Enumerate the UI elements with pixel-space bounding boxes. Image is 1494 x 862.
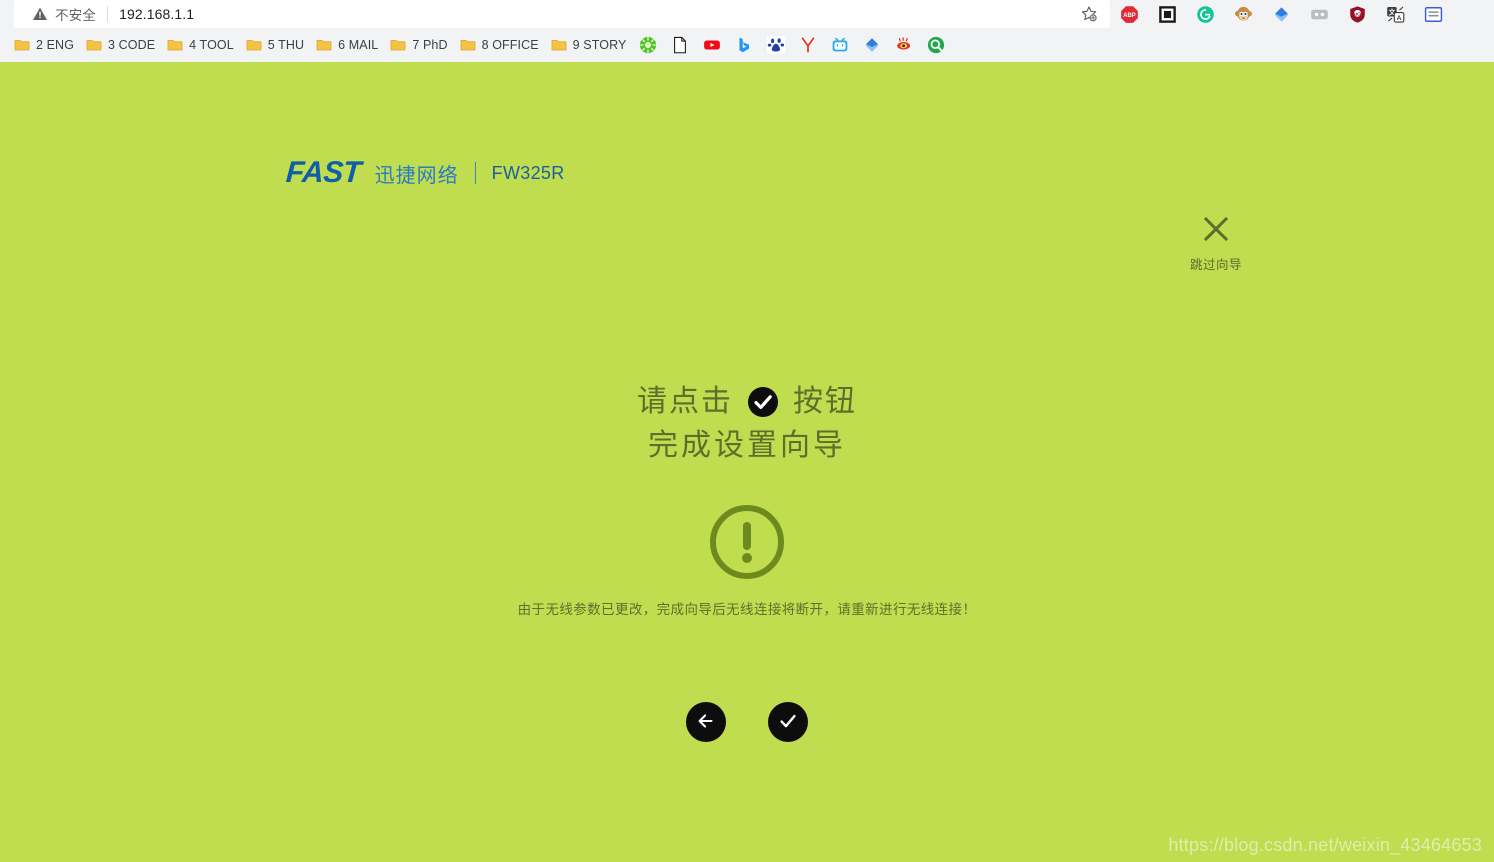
bilibili-site-icon[interactable] bbox=[824, 33, 856, 57]
folder-icon bbox=[14, 37, 30, 53]
arrow-left-icon bbox=[695, 710, 717, 735]
headline-line-2-text: 完成设置向导 bbox=[648, 428, 846, 463]
omnibox-row: 不安全 192.168.1.1 ABP uO 文 A bbox=[0, 0, 1494, 28]
bookmark-folder-5-thu[interactable]: 5 THU bbox=[240, 33, 310, 57]
brand-divider bbox=[474, 162, 476, 184]
adblock-plus-icon[interactable]: ABP bbox=[1110, 0, 1148, 28]
gray-pill-extension-icon[interactable] bbox=[1300, 0, 1338, 28]
grammarly-icon[interactable] bbox=[1186, 0, 1224, 28]
svg-text:A: A bbox=[1396, 15, 1401, 22]
bookmark-folder-9-story[interactable]: 9 STORY bbox=[545, 33, 633, 57]
document-page-site-icon[interactable] bbox=[664, 33, 696, 57]
folder-icon bbox=[316, 37, 332, 53]
yandex-site-icon[interactable] bbox=[792, 33, 824, 57]
finish-button[interactable] bbox=[768, 702, 808, 742]
translate-extension-icon[interactable]: 文 A bbox=[1376, 0, 1414, 28]
extensions-toolbar: ABP uO 文 A bbox=[1110, 0, 1452, 28]
bookmark-label: 9 STORY bbox=[572, 38, 627, 52]
warning-triangle-icon[interactable] bbox=[32, 6, 48, 22]
youtube-site-icon[interactable] bbox=[696, 33, 728, 57]
fast-logo-text: FAST bbox=[284, 156, 362, 189]
folder-icon bbox=[460, 37, 476, 53]
omnibox-divider bbox=[107, 6, 109, 22]
bookmark-label: 8 OFFICE bbox=[481, 38, 539, 52]
headline-text-after: 按钮 bbox=[793, 384, 857, 419]
svg-text:ABP: ABP bbox=[1123, 12, 1136, 18]
warning-message: 由于无线参数已更改，完成向导后无线连接将断开，请重新进行无线连接！ bbox=[517, 602, 977, 618]
wizard-nav-buttons bbox=[0, 702, 1494, 742]
folder-icon bbox=[86, 37, 102, 53]
bookmark-label: 3 CODE bbox=[108, 38, 156, 52]
baidu-site-icon[interactable] bbox=[760, 33, 792, 57]
bookmark-folder-7-phd[interactable]: 7 PhD bbox=[384, 33, 453, 57]
bookmark-label: 6 MAIL bbox=[338, 38, 379, 52]
eye-site-icon[interactable] bbox=[888, 33, 920, 57]
blue-diamond-site-icon[interactable] bbox=[856, 33, 888, 57]
bookmark-folder-2-eng[interactable]: 2 ENG bbox=[8, 33, 80, 57]
bookmark-label: 5 THU bbox=[267, 38, 305, 52]
router-wizard-page: FAST 迅捷网络 FW325R 跳过向导 请点击 按钮 完成设置向导 由于无线… bbox=[0, 62, 1494, 862]
headline-line-1: 请点击 按钮 bbox=[0, 380, 1494, 424]
bookmark-label: 2 ENG bbox=[36, 38, 75, 52]
headline-text-before: 请点击 bbox=[637, 384, 733, 419]
folder-icon bbox=[551, 37, 567, 53]
headline-line-2: 完成设置向导 bbox=[0, 424, 1494, 468]
bookmark-folder-8-office[interactable]: 8 OFFICE bbox=[454, 33, 545, 57]
green-wheel-site-icon[interactable] bbox=[632, 33, 664, 57]
watermark-text: https://blog.csdn.net/weixin_43464653 bbox=[1168, 835, 1482, 855]
bookmark-label: 4 TOOL bbox=[189, 38, 234, 52]
monkey-avatar-extension-icon[interactable] bbox=[1224, 0, 1262, 28]
brand-header: FAST 迅捷网络 FW325R bbox=[284, 156, 565, 190]
wizard-headline: 请点击 按钮 完成设置向导 bbox=[0, 380, 1494, 468]
folder-icon bbox=[167, 37, 183, 53]
url-text[interactable]: 192.168.1.1 bbox=[119, 6, 194, 22]
browser-chrome: 不安全 192.168.1.1 ABP uO 文 A 2 ENG 3 CODE … bbox=[0, 0, 1494, 62]
bookmark-folder-6-mail[interactable]: 6 MAIL bbox=[310, 33, 384, 57]
folder-icon bbox=[246, 37, 262, 53]
bookmarks-bar: 2 ENG 3 CODE 4 TOOL 5 THU 6 MAIL 7 PhD 8… bbox=[0, 28, 1494, 62]
green-search-site-icon[interactable] bbox=[920, 33, 952, 57]
close-x-icon bbox=[1188, 214, 1244, 249]
star-plus-icon[interactable] bbox=[1080, 5, 1098, 23]
bookmark-folder-4-tool[interactable]: 4 TOOL bbox=[161, 33, 240, 57]
security-status-label: 不安全 bbox=[55, 8, 97, 23]
skip-wizard-button[interactable]: 跳过向导 bbox=[1188, 214, 1244, 273]
bing-site-icon[interactable] bbox=[728, 33, 760, 57]
brand-company-name: 迅捷网络 bbox=[374, 162, 459, 187]
bookmark-folder-3-code[interactable]: 3 CODE bbox=[80, 33, 161, 57]
router-model-label: FW325R bbox=[491, 162, 565, 183]
reader-list-extension-icon[interactable] bbox=[1414, 0, 1452, 28]
check-circle-icon bbox=[747, 386, 779, 418]
warning-icon-wrap bbox=[0, 502, 1494, 587]
blue-diamond-extension-icon[interactable] bbox=[1262, 0, 1300, 28]
skip-wizard-label: 跳过向导 bbox=[1189, 257, 1242, 272]
back-button[interactable] bbox=[686, 702, 726, 742]
ublock-origin-icon[interactable]: uO bbox=[1338, 0, 1376, 28]
exclamation-circle-icon bbox=[707, 502, 787, 587]
svg-text:uO: uO bbox=[1354, 11, 1361, 17]
square-frame-extension-icon[interactable] bbox=[1148, 0, 1186, 28]
folder-icon bbox=[390, 37, 406, 53]
address-bar[interactable]: 不安全 192.168.1.1 bbox=[14, 0, 1110, 28]
bookmark-label: 7 PhD bbox=[412, 38, 448, 52]
check-icon bbox=[777, 710, 799, 735]
